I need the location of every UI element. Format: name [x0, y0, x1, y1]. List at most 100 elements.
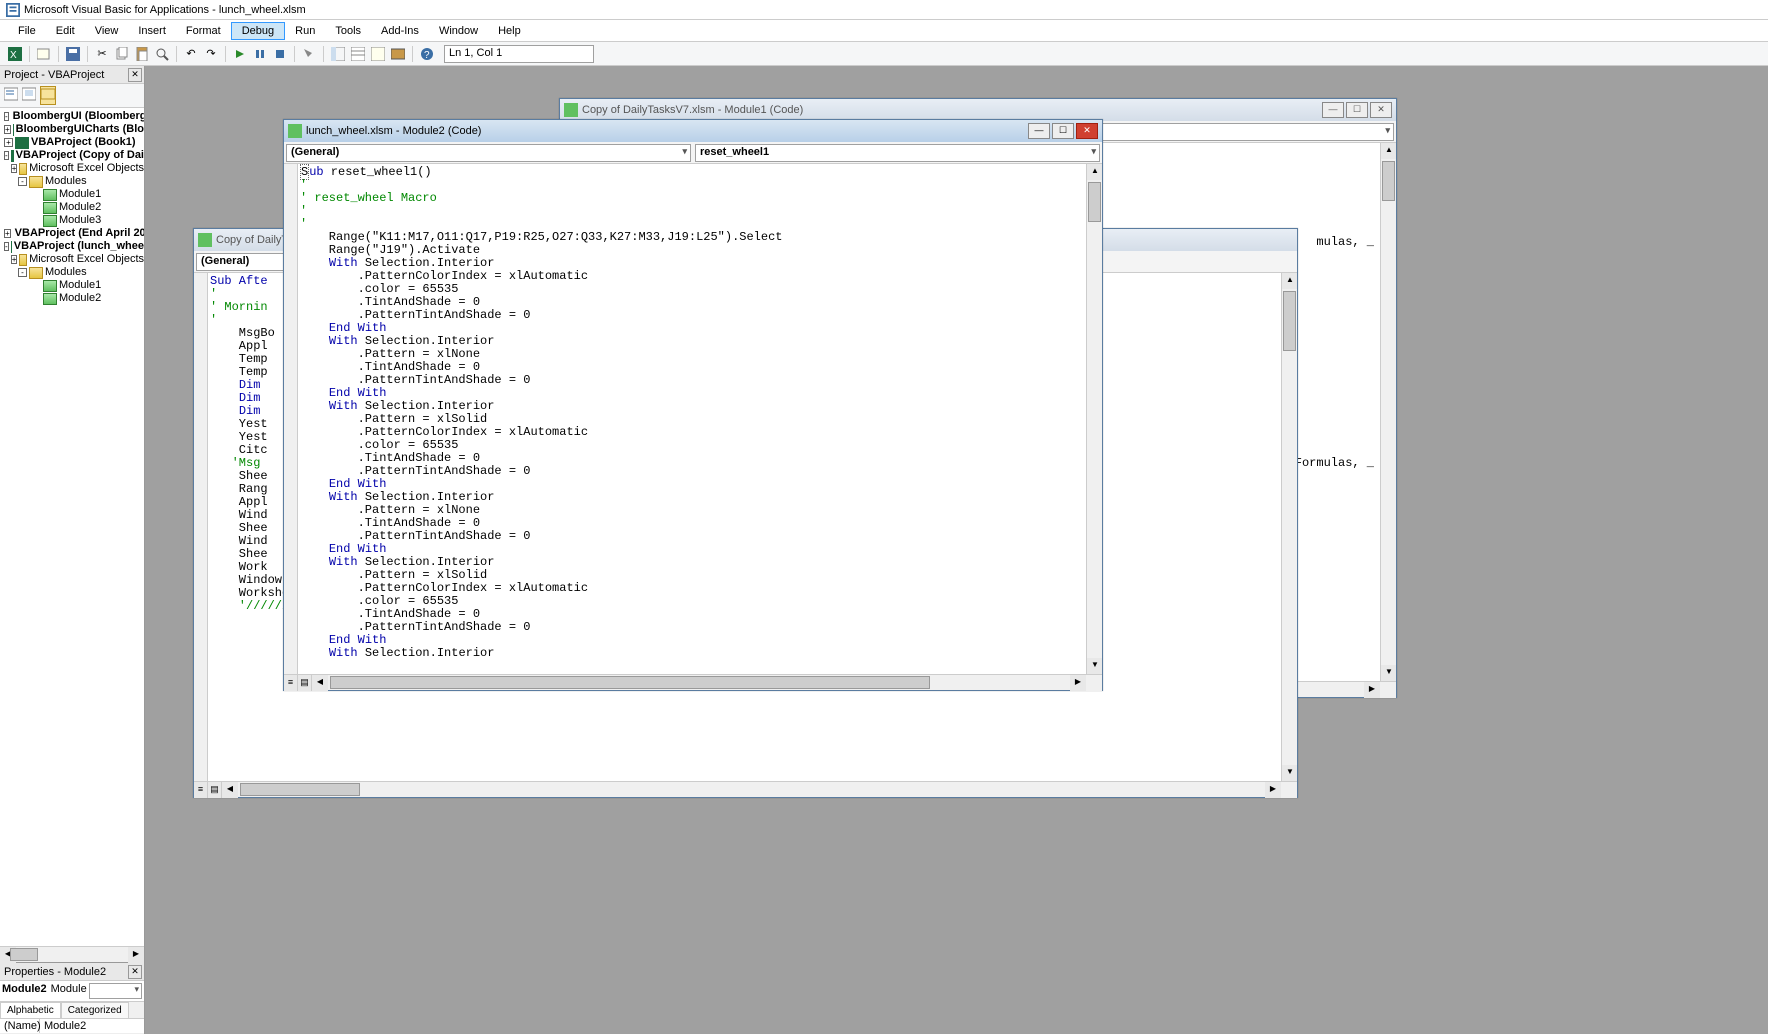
vertical-scrollbar[interactable]: ▲ ▼: [1380, 143, 1396, 681]
view-code-button[interactable]: [4, 87, 18, 104]
tree-item[interactable]: Module1: [0, 279, 144, 292]
vertical-scrollbar[interactable]: ▲ ▼: [1086, 164, 1102, 674]
object-dropdown[interactable]: (General): [286, 144, 691, 162]
menu-addins[interactable]: Add-Ins: [371, 23, 429, 39]
vertical-scrollbar[interactable]: ▲ ▼: [1281, 273, 1297, 781]
scroll-left-icon[interactable]: ◀: [222, 782, 238, 798]
undo-button[interactable]: ↶: [182, 45, 200, 63]
find-button[interactable]: [153, 45, 171, 63]
menu-tools[interactable]: Tools: [325, 23, 371, 39]
cut-button[interactable]: ✂: [93, 45, 111, 63]
menu-help[interactable]: Help: [488, 23, 531, 39]
tree-item[interactable]: -Modules: [0, 175, 144, 188]
insert-dropdown-button[interactable]: [35, 45, 53, 63]
tree-item[interactable]: Module1: [0, 188, 144, 201]
tree-item[interactable]: -VBAProject (Copy of Dai: [0, 149, 144, 162]
save-button[interactable]: [64, 45, 82, 63]
code-line[interactable]: ': [300, 205, 1086, 218]
close-button[interactable]: ✕: [1076, 123, 1098, 139]
toolbox-button[interactable]: [389, 45, 407, 63]
scroll-right-icon[interactable]: ▶: [1364, 682, 1380, 698]
menu-view[interactable]: View: [85, 23, 129, 39]
scroll-up-icon[interactable]: ▲: [1087, 164, 1102, 180]
maximize-button[interactable]: ☐: [1052, 123, 1074, 139]
project-tree-hscroll[interactable]: ◀ ▶: [0, 946, 144, 962]
minimize-button[interactable]: —: [1322, 102, 1344, 118]
tree-toggle-icon[interactable]: +: [4, 229, 11, 238]
procedure-dropdown[interactable]: reset_wheel1: [695, 144, 1100, 162]
scroll-down-icon[interactable]: ▼: [1282, 765, 1297, 781]
tree-toggle-icon[interactable]: +: [11, 255, 18, 264]
scroll-right-icon[interactable]: ▶: [1070, 675, 1086, 691]
menu-format[interactable]: Format: [176, 23, 231, 39]
close-button[interactable]: ✕: [1370, 102, 1392, 118]
tree-toggle-icon[interactable]: -: [18, 177, 27, 186]
code-line[interactable]: Sub reset_wheel1(): [300, 166, 1086, 179]
close-icon[interactable]: ✕: [128, 68, 142, 82]
scroll-thumb[interactable]: [240, 783, 360, 796]
reset-button[interactable]: [271, 45, 289, 63]
run-button[interactable]: [231, 45, 249, 63]
properties-object-selector[interactable]: Module2 Module: [0, 981, 144, 1002]
tree-item[interactable]: +Microsoft Excel Objects: [0, 162, 144, 175]
break-button[interactable]: [251, 45, 269, 63]
menu-insert[interactable]: Insert: [128, 23, 176, 39]
tree-item[interactable]: Module3: [0, 214, 144, 227]
tree-item[interactable]: -VBAProject (lunch_whee: [0, 240, 144, 253]
window-titlebar[interactable]: lunch_wheel.xlsm - Module2 (Code) — ☐ ✕: [284, 120, 1102, 142]
tree-item[interactable]: +Microsoft Excel Objects: [0, 253, 144, 266]
menu-debug[interactable]: Debug: [231, 22, 285, 40]
toggle-folders-button[interactable]: [40, 86, 56, 105]
horizontal-scrollbar[interactable]: ≡ ▤ ◀ ▶: [284, 674, 1102, 690]
tree-item[interactable]: +BloombergUICharts (Blo: [0, 123, 144, 136]
tree-item[interactable]: -Modules: [0, 266, 144, 279]
properties-button[interactable]: [349, 45, 367, 63]
tab-categorized[interactable]: Categorized: [61, 1002, 129, 1018]
scroll-down-icon[interactable]: ▼: [1381, 665, 1396, 681]
code-editor[interactable]: Sub reset_wheel1()'' reset_wheel Macro''…: [298, 164, 1086, 674]
tree-toggle-icon[interactable]: -: [18, 268, 27, 277]
tree-toggle-icon[interactable]: -: [4, 242, 9, 251]
tree-toggle-icon[interactable]: +: [4, 125, 11, 134]
tree-item[interactable]: Module2: [0, 201, 144, 214]
full-module-view-button[interactable]: ▤: [298, 675, 312, 691]
tree-item[interactable]: -BloombergUI (Bloomberg: [0, 110, 144, 123]
procedure-view-button[interactable]: ≡: [284, 675, 298, 691]
view-object-button[interactable]: [22, 87, 36, 104]
tree-toggle-icon[interactable]: -: [4, 112, 9, 121]
scroll-thumb[interactable]: [1382, 161, 1395, 201]
scroll-down-icon[interactable]: ▼: [1087, 658, 1102, 674]
design-mode-button[interactable]: [300, 45, 318, 63]
scroll-thumb[interactable]: [330, 676, 930, 689]
property-row[interactable]: (Name)Module2: [0, 1019, 144, 1034]
scroll-thumb[interactable]: [10, 948, 38, 961]
code-line[interactable]: .PatternTintAndShade = 0: [300, 621, 1086, 634]
scroll-right-icon[interactable]: ▶: [1265, 782, 1281, 798]
tree-item[interactable]: +VBAProject (Book1): [0, 136, 144, 149]
tab-alphabetic[interactable]: Alphabetic: [0, 1002, 61, 1018]
view-excel-button[interactable]: X: [6, 45, 24, 63]
object-dropdown[interactable]: [89, 983, 142, 999]
menu-edit[interactable]: Edit: [46, 23, 85, 39]
help-button[interactable]: ?: [418, 45, 436, 63]
code-line[interactable]: .PatternTintAndShade = 0: [300, 374, 1086, 387]
tree-toggle-icon[interactable]: +: [11, 164, 18, 173]
tree-toggle-icon[interactable]: -: [4, 151, 9, 160]
copy-button[interactable]: [113, 45, 131, 63]
tree-toggle-icon[interactable]: +: [4, 138, 13, 147]
procedure-view-button[interactable]: ≡: [194, 782, 208, 798]
project-tree[interactable]: -BloombergUI (Bloomberg+BloombergUIChart…: [0, 108, 144, 946]
scroll-thumb[interactable]: [1283, 291, 1296, 351]
code-window-lunchwheel-module2[interactable]: lunch_wheel.xlsm - Module2 (Code) — ☐ ✕ …: [283, 119, 1103, 691]
full-module-view-button[interactable]: ▤: [208, 782, 222, 798]
project-explorer-button[interactable]: [329, 45, 347, 63]
maximize-button[interactable]: ☐: [1346, 102, 1368, 118]
tree-item[interactable]: +VBAProject (End April 20: [0, 227, 144, 240]
property-value[interactable]: Module2: [40, 1019, 90, 1033]
scroll-thumb[interactable]: [1088, 182, 1101, 222]
minimize-button[interactable]: —: [1028, 123, 1050, 139]
horizontal-scrollbar[interactable]: ≡ ▤ ◀ ▶: [194, 781, 1297, 797]
object-browser-button[interactable]: [369, 45, 387, 63]
properties-grid[interactable]: (Name)Module2: [0, 1019, 144, 1034]
code-line[interactable]: .PatternTintAndShade = 0: [300, 309, 1086, 322]
